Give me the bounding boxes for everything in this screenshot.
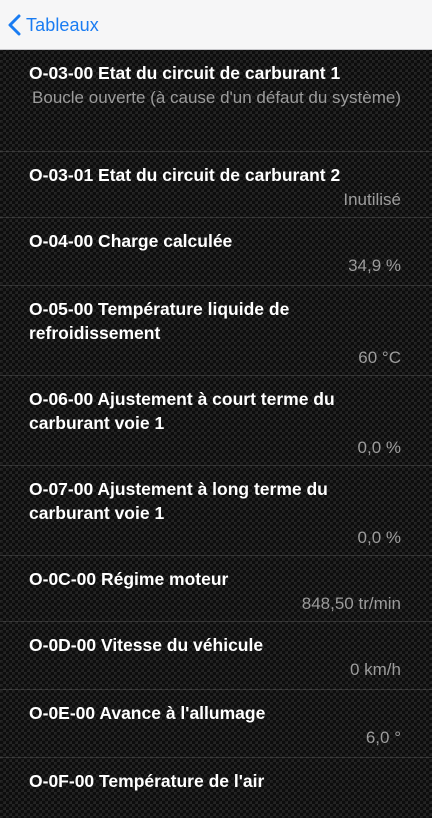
- list-item[interactable]: O-0E-00 Avance à l'allumage 6,0 °: [0, 690, 432, 758]
- list-item[interactable]: O-0F-00 Température de l'air: [0, 758, 432, 818]
- list-item[interactable]: O-05-00 Température liquide de refroidis…: [0, 286, 432, 376]
- list-item[interactable]: O-06-00 Ajustement à court terme du carb…: [0, 376, 432, 466]
- list-item-value: 34,9 %: [348, 256, 401, 275]
- list-item-value: Inutilisé: [343, 190, 401, 209]
- list-item-title: O-04-00 Charge calculée: [29, 231, 233, 251]
- list-item-value: 60 °C: [358, 348, 401, 367]
- list-item-title: O-0F-00 Température de l'air: [29, 771, 265, 791]
- list-item-title: O-0D-00 Vitesse du véhicule: [29, 635, 264, 655]
- list-item-value: 0,0 %: [357, 438, 401, 457]
- chevron-left-icon: [8, 14, 21, 36]
- list-item-value: Boucle ouverte (à cause d'un défaut du s…: [32, 88, 401, 107]
- back-button-label: Tableaux: [26, 14, 99, 35]
- list-item-title: O-07-00 Ajustement à long terme du carbu…: [29, 479, 328, 523]
- list-item-value: 848,50 tr/min: [301, 594, 401, 613]
- list-item-title: O-0E-00 Avance à l'allumage: [29, 703, 266, 723]
- list-item[interactable]: O-04-00 Charge calculée 34,9 %: [0, 218, 432, 286]
- navigation-bar: Tableaux: [0, 0, 432, 50]
- list-item-title: O-03-01 Etat du circuit de carburant 2: [29, 165, 341, 185]
- list-item[interactable]: O-07-00 Ajustement à long terme du carbu…: [0, 466, 432, 556]
- pid-list: O-03-00 Etat du circuit de carburant 1 B…: [0, 50, 432, 818]
- list-item[interactable]: O-03-00 Etat du circuit de carburant 1 B…: [0, 50, 432, 152]
- list-item-title: O-03-00 Etat du circuit de carburant 1: [29, 63, 341, 83]
- list-item-value: 0 km/h: [349, 660, 401, 679]
- list-item-value: 6,0 °: [365, 728, 401, 747]
- list-item-title: O-06-00 Ajustement à court terme du carb…: [29, 389, 335, 433]
- list-item[interactable]: O-03-01 Etat du circuit de carburant 2 I…: [0, 152, 432, 218]
- list-item[interactable]: O-0C-00 Régime moteur 848,50 tr/min: [0, 556, 432, 622]
- list-item-title: O-05-00 Température liquide de refroidis…: [29, 299, 290, 343]
- list-item-value: 0,0 %: [357, 528, 401, 547]
- back-button[interactable]: Tableaux: [8, 10, 99, 40]
- list-item[interactable]: O-0D-00 Vitesse du véhicule 0 km/h: [0, 622, 432, 690]
- list-item-title: O-0C-00 Régime moteur: [29, 569, 229, 589]
